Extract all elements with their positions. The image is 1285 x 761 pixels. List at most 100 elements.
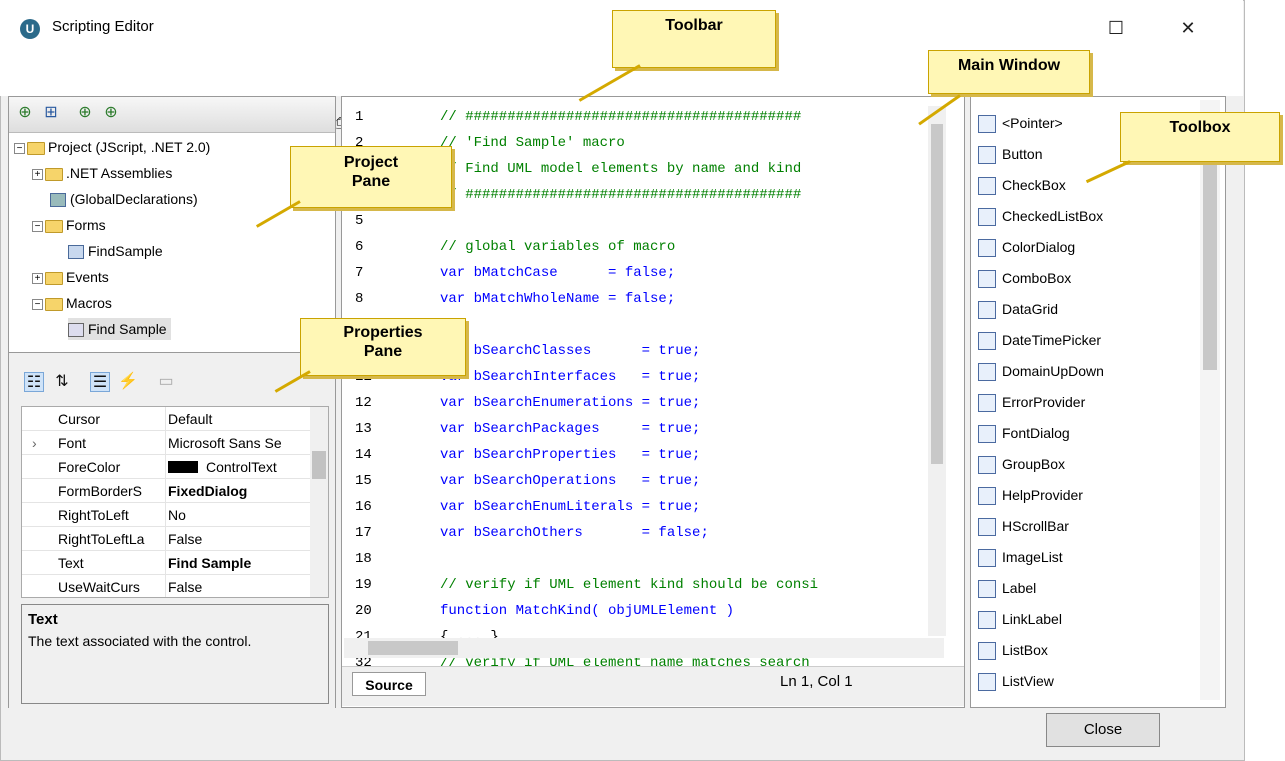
property-row[interactable]: UseWaitCurs False [22, 575, 310, 597]
toolbox-item[interactable]: Button [978, 139, 1042, 169]
editor-vertical-scrollbar[interactable] [928, 106, 946, 636]
toolbox-item-label: CheckedListBox [1002, 208, 1104, 224]
toolbox-item[interactable]: ErrorProvider [978, 387, 1085, 417]
tree-node-label: Find Sample [88, 321, 167, 337]
property-value[interactable]: ControlText [206, 455, 306, 479]
code-line[interactable]: var bSearchPackages = true; [440, 416, 926, 442]
property-value[interactable]: Default [168, 407, 308, 431]
add-event-icon[interactable]: ⊕ [101, 103, 121, 123]
tree-node-label: Macros [66, 295, 112, 311]
add-item-icon[interactable]: ⊕ [15, 103, 35, 123]
code-line[interactable]: var bSearchOperations = true; [440, 468, 926, 494]
property-row[interactable]: › Font Microsoft Sans Se [22, 431, 310, 455]
scrollbar-thumb[interactable] [368, 641, 458, 655]
editor-horizontal-scrollbar[interactable] [344, 638, 944, 658]
property-row[interactable]: FormBorderS FixedDialog [22, 479, 310, 503]
toolbox-item[interactable]: LinkLabel [978, 604, 1062, 634]
toolbox-scrollbar[interactable] [1200, 100, 1220, 700]
property-pages-icon[interactable]: ▭ [156, 372, 176, 392]
toolbox-item-label: ErrorProvider [1002, 394, 1086, 410]
code-line[interactable]: var bSearchClasses = true; [440, 338, 926, 364]
toolbox-item[interactable]: CheckedListBox [978, 201, 1103, 231]
chevron-right-icon[interactable]: › [32, 431, 37, 455]
property-row[interactable]: RightToLeft No [22, 503, 310, 527]
close-button[interactable]: Close [1046, 713, 1160, 747]
code-line[interactable]: // Find UML model elements by name and k… [440, 156, 926, 182]
toolbox-item[interactable]: ColorDialog [978, 232, 1075, 262]
toolbox-item[interactable]: ComboBox [978, 263, 1071, 293]
code-line[interactable]: var bSearchInterfaces = true; [440, 364, 926, 390]
toolbox-item[interactable]: ListView [978, 666, 1054, 696]
tree-node-net-assemblies[interactable]: + .NET Assemblies [32, 162, 172, 184]
toolbox-item[interactable]: Label [978, 573, 1036, 603]
project-pane-toolbar: ⊕ ⊞ ⊕ ⊕ [9, 97, 335, 133]
toolbox-item[interactable]: DateTimePicker [978, 325, 1101, 355]
code-line[interactable]: // #####################################… [440, 104, 926, 130]
toolbox-item-label: DataGrid [1002, 301, 1059, 317]
code-line[interactable] [440, 208, 926, 234]
toolbox-item[interactable]: GroupBox [978, 449, 1065, 479]
code-line[interactable]: var bMatchCase = false; [440, 260, 926, 286]
toolbox-item-label: ComboBox [1002, 270, 1072, 286]
scrollbar-thumb[interactable] [931, 124, 943, 464]
toolbox-item-label: <Pointer> [1002, 115, 1063, 131]
property-value[interactable]: Microsoft Sans Se [168, 431, 308, 455]
tree-node-forms[interactable]: − Forms [32, 214, 106, 236]
line-number: 13 [355, 421, 372, 437]
code-line[interactable]: // verify if UML element kind should be … [440, 572, 926, 598]
tree-node-events[interactable]: + Events [32, 266, 109, 288]
categorized-icon[interactable]: ☷ [24, 372, 44, 392]
property-row[interactable]: RightToLeftLa False [22, 527, 310, 551]
close-window-button[interactable]: ✕ [1168, 12, 1208, 44]
toolbox-item[interactable]: FontDialog [978, 418, 1070, 448]
toolbox-item[interactable]: ImageList [978, 542, 1063, 572]
toolbox-item[interactable]: HelpProvider [978, 480, 1083, 510]
tree-node-project[interactable]: − Project (JScript, .NET 2.0) [14, 136, 210, 158]
property-value[interactable]: Find Sample [168, 551, 308, 575]
toolbox-item-label: HelpProvider [1002, 487, 1083, 503]
code-line[interactable]: // #####################################… [440, 182, 926, 208]
code-line[interactable]: var bSearchEnumerations = true; [440, 390, 926, 416]
sort-alpha-icon[interactable]: ⇅ [52, 372, 72, 392]
property-value[interactable]: No [168, 503, 308, 527]
code-line[interactable] [440, 546, 926, 572]
events-icon[interactable]: ⚡ [118, 372, 138, 392]
toolbox-item-label: Label [1002, 580, 1037, 596]
code-line[interactable]: var bMatchWholeName = false; [440, 286, 926, 312]
code-line[interactable]: function MatchKind( objUMLElement ) [440, 598, 926, 624]
listview-icon [978, 673, 996, 692]
property-row[interactable]: ForeColor ControlText [22, 455, 310, 479]
properties-icon[interactable]: ☰ [90, 372, 110, 392]
property-row[interactable]: Cursor Default [22, 407, 310, 431]
add-form-icon[interactable]: ⊞ [41, 103, 61, 123]
properties-scrollbar[interactable] [310, 407, 328, 597]
property-row[interactable]: Text Find Sample [22, 551, 310, 575]
toolbox-item[interactable]: <Pointer> [978, 108, 1063, 138]
tree-node-find-sample-macro[interactable]: Find Sample [68, 318, 171, 340]
tree-node-macros[interactable]: − Macros [32, 292, 112, 314]
property-name: Font [58, 431, 166, 455]
property-value[interactable]: False [168, 527, 308, 551]
property-value[interactable]: FixedDialog [168, 479, 308, 503]
toolbox-item[interactable]: CheckBox [978, 170, 1066, 200]
maximize-button[interactable]: ☐ [1096, 12, 1136, 44]
toolbox-item[interactable]: DomainUpDown [978, 356, 1104, 386]
toolbox-item[interactable]: HScrollBar [978, 511, 1069, 541]
toolbox-item[interactable]: ListBox [978, 635, 1048, 665]
code-line[interactable]: var bSearchEnumLiterals = true; [440, 494, 926, 520]
tab-source[interactable]: Source [352, 672, 426, 696]
window-title: Scripting Editor [52, 18, 154, 35]
scrollbar-thumb[interactable] [312, 451, 326, 479]
code-line[interactable]: var bSearchOthers = false; [440, 520, 926, 546]
tree-node-label: Events [66, 269, 109, 285]
toolbox-item[interactable]: DataGrid [978, 294, 1058, 324]
property-value[interactable]: False [168, 575, 308, 597]
label-icon [978, 580, 996, 599]
code-line[interactable] [440, 312, 926, 338]
code-line[interactable]: // 'Find Sample' macro [440, 130, 926, 156]
add-macro-icon[interactable]: ⊕ [75, 103, 95, 123]
tree-node-findsample-form[interactable]: FindSample [68, 240, 163, 262]
code-line[interactable]: // global variables of macro [440, 234, 926, 260]
code-line[interactable]: var bSearchProperties = true; [440, 442, 926, 468]
tree-node-global-declarations[interactable]: (GlobalDeclarations) [50, 188, 198, 210]
